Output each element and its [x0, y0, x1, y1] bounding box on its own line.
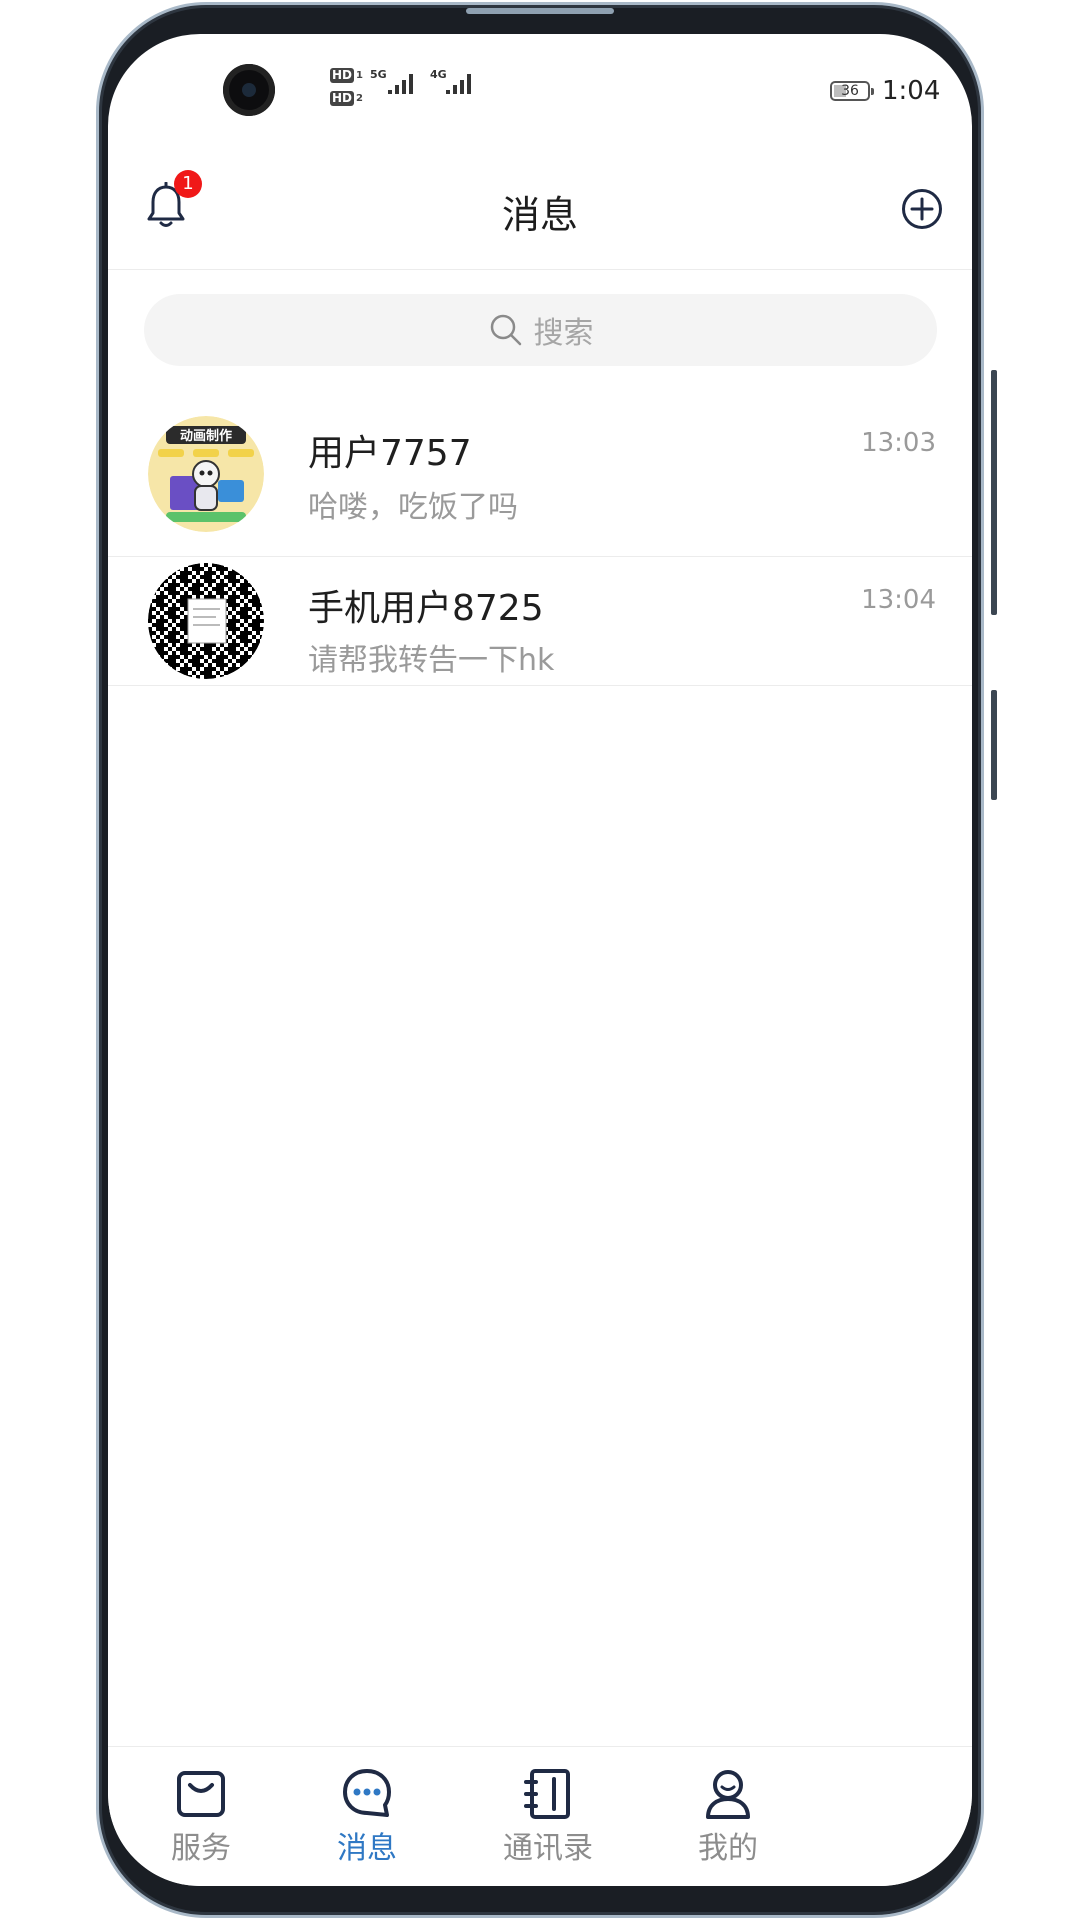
network-type-2: 4G	[430, 68, 447, 81]
nav-item-profile[interactable]: 我的	[663, 1765, 793, 1867]
status-time: 1:04	[882, 76, 941, 106]
nav-item-messages[interactable]: 消息	[302, 1765, 432, 1867]
conversation-time: 13:03	[861, 428, 936, 458]
search-bar[interactable]: 搜索	[144, 294, 937, 366]
bottom-navigation: 服务 消息 通讯录 我的	[108, 1746, 972, 1886]
top-app-bar: 1 消息	[108, 154, 972, 270]
nav-label: 通讯录	[503, 1831, 593, 1866]
page-title: 消息	[501, 193, 578, 237]
volume-button	[991, 370, 997, 615]
nav-item-service[interactable]: 服务	[136, 1765, 266, 1867]
app-stage: HD 1 HD 2 5G 4G 36 1:04 1 消息 搜索 动画制作 用户7…	[0, 0, 1080, 1920]
qr-code-avatar	[148, 563, 264, 679]
battery-level: 36	[841, 83, 859, 99]
front-camera	[223, 64, 275, 116]
user-profile-icon	[706, 1770, 750, 1819]
hd-tag-2: HD	[330, 91, 355, 106]
sim-index-2: 2	[356, 93, 363, 104]
signal-bars-2-icon	[446, 74, 471, 94]
contacts-book-icon	[524, 1769, 570, 1819]
conversation-row[interactable]: 动画制作 用户7757 哈喽，吃饭了吗 13:03	[108, 396, 972, 557]
avatar-caption: 动画制作	[180, 428, 232, 444]
earpiece-grill	[466, 8, 614, 14]
shopping-bag-icon	[177, 1771, 225, 1817]
conversation-time: 13:04	[861, 585, 936, 615]
conversation-row[interactable]: 手机用户8725 请帮我转告一下hk 13:04	[108, 557, 972, 686]
hd-tag-1: HD	[330, 68, 355, 83]
conversation-last-message: 请帮我转告一下hk	[308, 643, 555, 678]
conversation-name: 用户7757	[308, 433, 472, 474]
chat-bubble-icon	[343, 1769, 391, 1817]
conversation-list: 动画制作 用户7757 哈喽，吃饭了吗 13:03 手机用户8725 请帮我转告…	[108, 396, 972, 686]
search-icon	[490, 314, 521, 346]
conversation-name: 手机用户8725	[308, 588, 544, 629]
nav-label: 我的	[698, 1831, 758, 1866]
search-placeholder: 搜索	[533, 316, 594, 351]
sim-index-1: 1	[356, 70, 363, 81]
battery-icon: 36	[830, 81, 874, 101]
animation-avatar: 动画制作	[148, 416, 264, 532]
nav-item-contacts[interactable]: 通讯录	[483, 1765, 613, 1867]
signal-bars-1-icon	[388, 74, 413, 94]
nav-label: 服务	[171, 1831, 231, 1866]
power-button	[991, 690, 997, 800]
conversation-last-message: 哈喽，吃饭了吗	[308, 490, 518, 525]
phone-screen: HD 1 HD 2 5G 4G 36 1:04 1 消息 搜索 动画制作 用户7…	[108, 34, 972, 1886]
plus-circle-icon[interactable]	[901, 188, 943, 230]
status-bar: HD 1 HD 2 5G 4G 36 1:04	[108, 34, 972, 154]
network-type-1: 5G	[370, 68, 387, 81]
nav-label: 消息	[337, 1831, 397, 1866]
